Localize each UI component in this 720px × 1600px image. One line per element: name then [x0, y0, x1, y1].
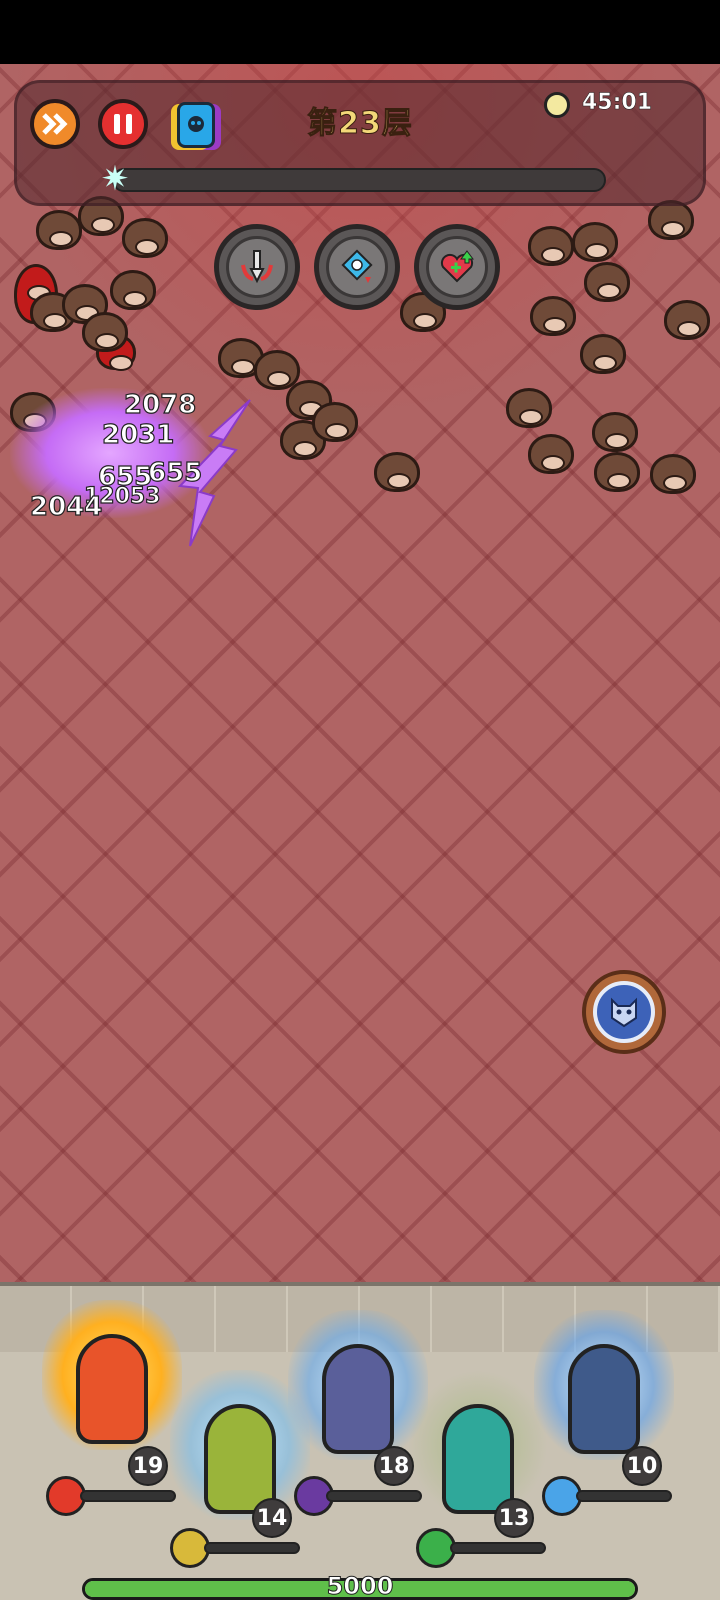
- sparkle-icon: ✷: [100, 159, 130, 199]
- enemy-boar: [572, 222, 618, 262]
- hero-hp-bar: [326, 1490, 422, 1502]
- attack-buff-button[interactable]: [214, 224, 300, 310]
- skill-card-icon: [177, 102, 215, 148]
- hero-fire[interactable]: [42, 1300, 182, 1460]
- enemy-boar: [650, 454, 696, 494]
- hero-level-badge: 19: [128, 1446, 168, 1486]
- wave-progress-bar: [112, 168, 606, 192]
- hero-hp-bar: [576, 1490, 672, 1502]
- fast-forward-icon: [42, 113, 68, 135]
- enemy-boar: [36, 210, 82, 250]
- hero-level-badge: 14: [252, 1498, 292, 1538]
- enemy-boar: [528, 226, 574, 266]
- skill-card-button[interactable]: [168, 99, 224, 151]
- cooldown-buff-button[interactable]: [314, 224, 400, 310]
- hero-hp-bar: [204, 1542, 300, 1554]
- enemy-boar: [110, 270, 156, 310]
- wall-hp-text: 5000: [326, 1572, 394, 1600]
- hero-hp-bar: [80, 1490, 176, 1502]
- pause-button[interactable]: [98, 99, 148, 149]
- enemy-boar: [584, 262, 630, 302]
- enemy-boar: [580, 334, 626, 374]
- damage-number: 2044: [29, 491, 103, 522]
- pause-icon: [114, 114, 132, 134]
- enemy-boar: [82, 312, 128, 352]
- floor-title: 第23层: [307, 106, 413, 142]
- enemy-boar: [664, 300, 710, 340]
- enemy-boar: [648, 200, 694, 240]
- enemy-boar: [374, 452, 420, 492]
- enemy-boar: [592, 412, 638, 452]
- hero-level-badge: 13: [494, 1498, 534, 1538]
- enemy-boar: [312, 402, 358, 442]
- damage-number: 2078: [123, 389, 197, 420]
- heal-buff-button[interactable]: [414, 224, 500, 310]
- demon-mask-icon: [611, 997, 637, 1028]
- timer-icon: [544, 92, 570, 118]
- hero-level-badge: 10: [622, 1446, 662, 1486]
- heal-boost-icon: [440, 250, 474, 283]
- speed-button[interactable]: [30, 99, 80, 149]
- damage-number: 2031: [101, 419, 175, 450]
- enemy-boar: [506, 388, 552, 428]
- cooldown-reduce-icon: [341, 249, 373, 283]
- attack-boost-icon: [241, 250, 273, 284]
- timer-text: 45:01: [582, 90, 653, 116]
- enemy-boar: [122, 218, 168, 258]
- enemy-boar: [594, 452, 640, 492]
- boss-skill-button[interactable]: [582, 970, 666, 1054]
- enemy-boar: [528, 434, 574, 474]
- enemy-boar: [530, 296, 576, 336]
- status-bar: [0, 0, 720, 64]
- hero-hp-bar: [450, 1542, 546, 1554]
